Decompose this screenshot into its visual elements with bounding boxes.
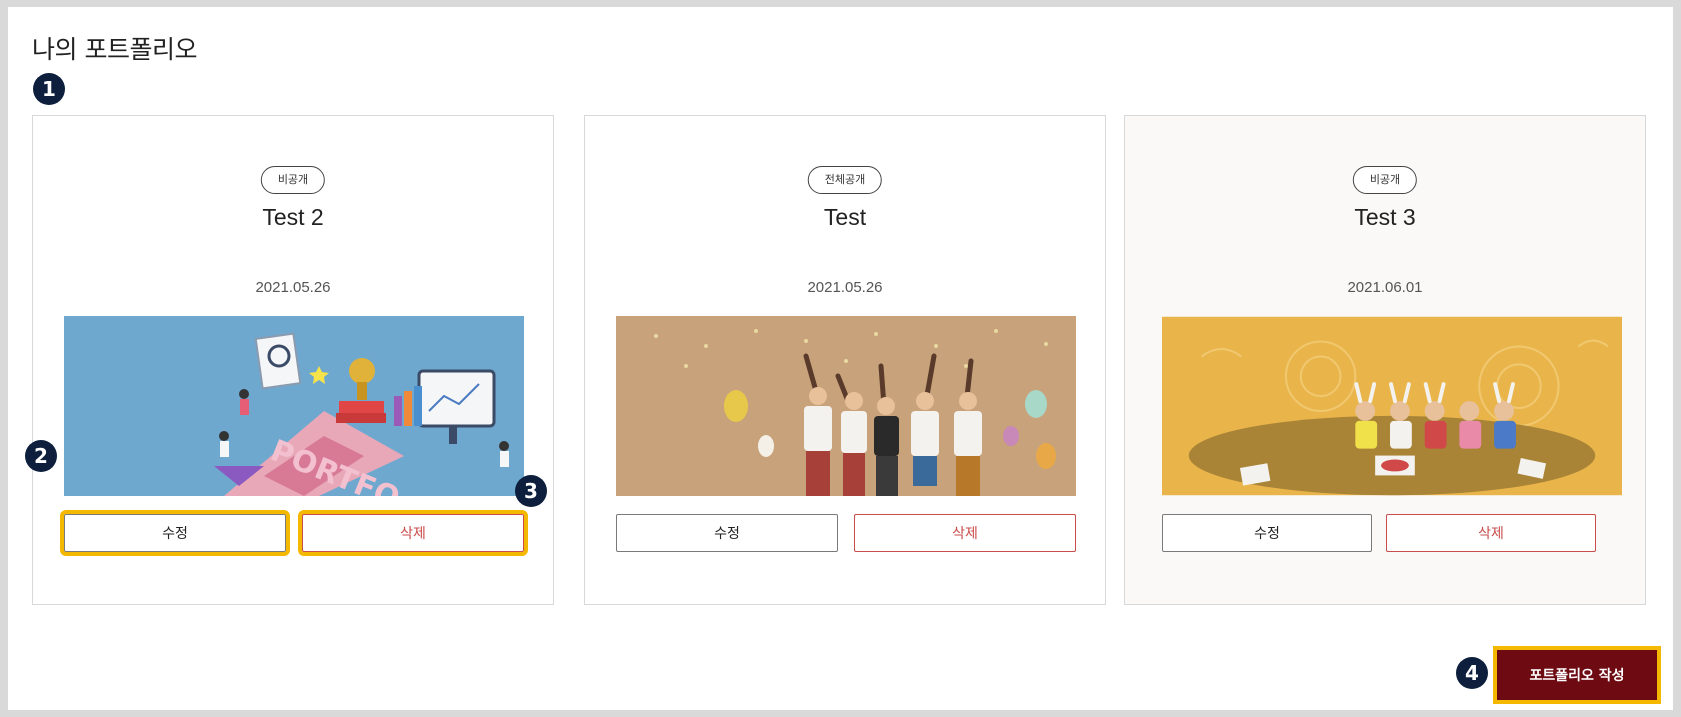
card-title: Test 3 (1354, 204, 1416, 230)
portfolio-thumbnail[interactable] (616, 316, 1076, 496)
delete-button[interactable]: 삭제 (854, 514, 1076, 552)
step-marker-4: 4 (1456, 657, 1488, 689)
delete-button[interactable]: 삭제 (1386, 514, 1596, 552)
step-marker-1: 1 (33, 73, 65, 105)
portfolio-card[interactable]: 비공개 Test 2 2021.05.26 PORTFO 수정 삭제 (32, 115, 554, 605)
portfolio-card[interactable]: 비공개 Test 3 2021.06.01 수정 삭제 (1124, 115, 1646, 605)
create-portfolio-button[interactable]: 포트폴리오 작성 (1493, 646, 1661, 704)
portfolio-illustration: PORTFO (64, 316, 524, 496)
card-title: Test (823, 204, 867, 230)
visibility-badge: 전체공개 (807, 166, 883, 194)
portfolio-thumbnail[interactable]: PORTFO (64, 316, 524, 496)
edit-button[interactable]: 수정 (1162, 514, 1372, 552)
edit-button[interactable]: 수정 (60, 510, 290, 556)
visibility-badge: 비공개 (260, 166, 326, 194)
portfolio-card[interactable]: 전체공개 Test 2021.05.26 수정 삭제 (584, 115, 1106, 605)
portfolio-thumbnail[interactable] (1162, 316, 1626, 496)
celebration-illustration (616, 316, 1076, 496)
edit-button[interactable]: 수정 (616, 514, 838, 552)
step-marker-2: 2 (25, 440, 57, 472)
study-group-illustration (1162, 316, 1622, 496)
page-title: 나의 포트폴리오 (32, 35, 197, 64)
card-date: 2021.05.26 (255, 279, 331, 296)
delete-button[interactable]: 삭제 (298, 510, 528, 556)
card-date: 2021.05.26 (807, 279, 883, 296)
visibility-badge: 비공개 (1352, 166, 1418, 194)
card-date: 2021.06.01 (1347, 279, 1423, 296)
step-marker-3: 3 (515, 475, 547, 507)
card-title: Test 2 (262, 204, 324, 230)
